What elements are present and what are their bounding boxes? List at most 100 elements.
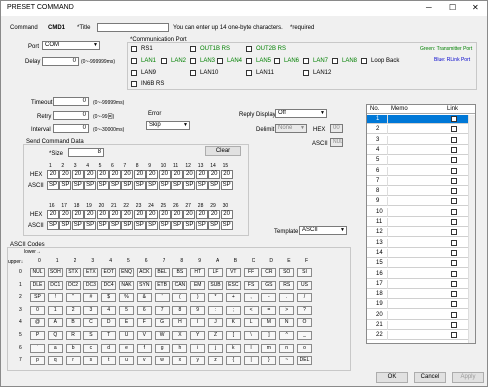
ascii-key[interactable]: 9 — [190, 305, 206, 315]
ascii-key[interactable]: j — [208, 343, 223, 353]
hex-cell[interactable]: 20 — [133, 210, 146, 219]
retry-input[interactable]: 0 — [53, 111, 89, 120]
ascii-cell[interactable]: SP — [84, 221, 97, 230]
ascii-cell[interactable]: SP — [59, 221, 72, 230]
delimit-hex-input[interactable]: 00 — [330, 124, 343, 133]
ascii-key[interactable]: b — [65, 343, 81, 353]
ascii-key[interactable]: y — [190, 356, 206, 366]
link-checkbox[interactable] — [451, 260, 457, 267]
list-item[interactable]: 15 — [367, 259, 475, 269]
ascii-key[interactable]: DC3 — [83, 280, 99, 290]
ascii-key[interactable]: SP — [30, 293, 45, 303]
ascii-key[interactable]: VT — [225, 268, 241, 277]
ascii-key[interactable]: GS — [261, 280, 277, 290]
list-item[interactable]: 17 — [367, 279, 475, 289]
ascii-cell[interactable]: SP — [183, 221, 196, 230]
ascii-key[interactable]: 1 — [47, 305, 63, 315]
hex-cell[interactable]: 20 — [96, 170, 109, 179]
ascii-key[interactable]: $ — [101, 293, 117, 303]
list-item[interactable]: 9 — [367, 197, 475, 207]
ascii-key[interactable]: LF — [208, 268, 223, 277]
ascii-key[interactable]: FF — [243, 268, 259, 277]
ascii-key[interactable]: @ — [30, 318, 45, 328]
port-checkbox[interactable] — [246, 46, 252, 52]
ok-button[interactable]: OK — [376, 372, 408, 383]
port-checkbox[interactable] — [190, 46, 196, 52]
ascii-key[interactable]: BS — [172, 268, 188, 277]
ascii-key[interactable]: ` — [30, 343, 45, 353]
ascii-key[interactable]: < — [243, 305, 259, 315]
ascii-key[interactable]: o — [297, 343, 312, 353]
ascii-key[interactable]: i — [190, 343, 206, 353]
hex-cell[interactable]: 20 — [71, 170, 84, 179]
link-checkbox[interactable] — [451, 301, 457, 308]
ascii-key[interactable]: ACK — [136, 268, 152, 277]
ascii-key[interactable]: l — [243, 343, 259, 353]
ascii-key[interactable]: / — [297, 293, 312, 303]
ascii-key[interactable]: h — [172, 343, 188, 353]
ascii-cell[interactable]: SP — [84, 181, 97, 190]
link-checkbox[interactable] — [451, 167, 457, 174]
ascii-cell[interactable]: SP — [121, 221, 134, 230]
list-item[interactable]: 5 — [367, 156, 475, 166]
hex-cell[interactable]: 20 — [158, 210, 171, 219]
cancel-button[interactable]: Cancel — [414, 372, 446, 383]
ascii-key[interactable]: L — [243, 318, 259, 328]
hex-cell[interactable]: 20 — [171, 170, 183, 179]
link-checkbox[interactable] — [451, 208, 457, 215]
list-item[interactable]: 1 — [367, 115, 475, 124]
port-select[interactable]: COM ▼ — [42, 41, 100, 50]
ascii-key[interactable]: p — [30, 356, 45, 366]
link-checkbox[interactable] — [451, 322, 457, 328]
list-item[interactable]: 11 — [367, 218, 475, 227]
memo-list[interactable]: No. Memo Link 1 2 3 4 5 6 7 8 9 10 11 12 13 14 15 16 17 1… — [366, 104, 476, 344]
timeout-input[interactable]: 0 — [53, 97, 89, 106]
hex-cell[interactable]: 20 — [96, 210, 109, 219]
ascii-key[interactable]: S — [83, 331, 99, 340]
ascii-key[interactable]: DC1 — [47, 280, 63, 290]
ascii-key[interactable]: DC4 — [101, 280, 117, 290]
port-checkbox[interactable] — [274, 58, 280, 64]
close-icon[interactable]: ✕ — [472, 4, 479, 12]
ascii-key[interactable]: | — [243, 356, 259, 366]
ascii-cell[interactable]: SP — [59, 181, 72, 190]
ascii-key[interactable]: Q — [47, 331, 63, 340]
ascii-key[interactable]: R — [65, 331, 81, 340]
list-item[interactable]: 19 — [367, 300, 475, 310]
hex-cell[interactable]: 20 — [146, 210, 159, 219]
hex-cell[interactable]: 20 — [109, 210, 121, 219]
ascii-key[interactable]: n — [279, 343, 295, 353]
ascii-key[interactable]: ETX — [83, 268, 99, 277]
list-item[interactable]: 6 — [367, 166, 475, 176]
ascii-cell[interactable]: SP — [158, 221, 171, 230]
ascii-key[interactable]: F — [136, 318, 152, 328]
ascii-key[interactable]: 6 — [136, 305, 152, 315]
ascii-key[interactable]: ) — [190, 293, 206, 303]
ascii-key[interactable]: f — [136, 343, 152, 353]
ascii-key[interactable]: * — [208, 293, 223, 303]
ascii-cell[interactable]: SP — [208, 181, 221, 190]
ascii-cell[interactable]: SP — [171, 181, 183, 190]
ascii-key[interactable]: P — [30, 331, 45, 340]
list-item[interactable]: 3 — [367, 135, 475, 145]
ascii-key[interactable]: s — [83, 356, 99, 366]
ascii-key[interactable]: NAK — [119, 280, 134, 290]
ascii-cell[interactable]: SP — [220, 181, 233, 190]
port-checkbox[interactable] — [303, 70, 309, 76]
ascii-key[interactable]: } — [261, 356, 277, 366]
link-checkbox[interactable] — [451, 136, 457, 143]
ascii-key[interactable]: SI — [297, 268, 312, 277]
hex-cell[interactable]: 20 — [121, 210, 134, 219]
port-checkbox[interactable] — [246, 70, 252, 76]
ascii-key[interactable]: ] — [261, 331, 277, 340]
link-checkbox[interactable] — [451, 239, 457, 246]
ascii-key[interactable]: ENQ — [119, 268, 134, 277]
ascii-key[interactable]: US — [297, 280, 312, 290]
template-select[interactable]: ASCII ▼ — [299, 226, 347, 235]
ascii-key[interactable]: , — [243, 293, 259, 303]
ascii-key[interactable]: SYN — [136, 280, 152, 290]
link-checkbox[interactable] — [451, 146, 457, 153]
ascii-key[interactable]: 0 — [30, 305, 45, 315]
ascii-key[interactable]: r — [65, 356, 81, 366]
ascii-key[interactable]: + — [225, 293, 241, 303]
